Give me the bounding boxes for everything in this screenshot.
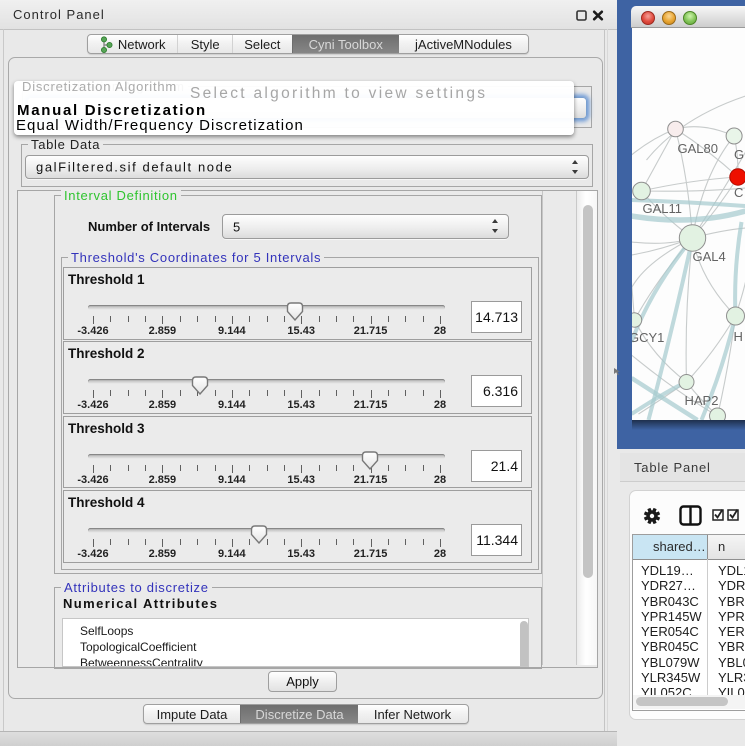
svg-text:C: C bbox=[734, 185, 743, 200]
svg-text:GAL11: GAL11 bbox=[642, 201, 682, 216]
svg-text:H: H bbox=[733, 329, 742, 344]
svg-text:GAL80: GAL80 bbox=[677, 141, 717, 156]
svg-text:HAP2: HAP2 bbox=[684, 393, 718, 408]
svg-text:G...: G... bbox=[734, 147, 745, 162]
svg-text:GAL4: GAL4 bbox=[692, 249, 725, 264]
svg-text:GCY1: GCY1 bbox=[632, 330, 664, 345]
